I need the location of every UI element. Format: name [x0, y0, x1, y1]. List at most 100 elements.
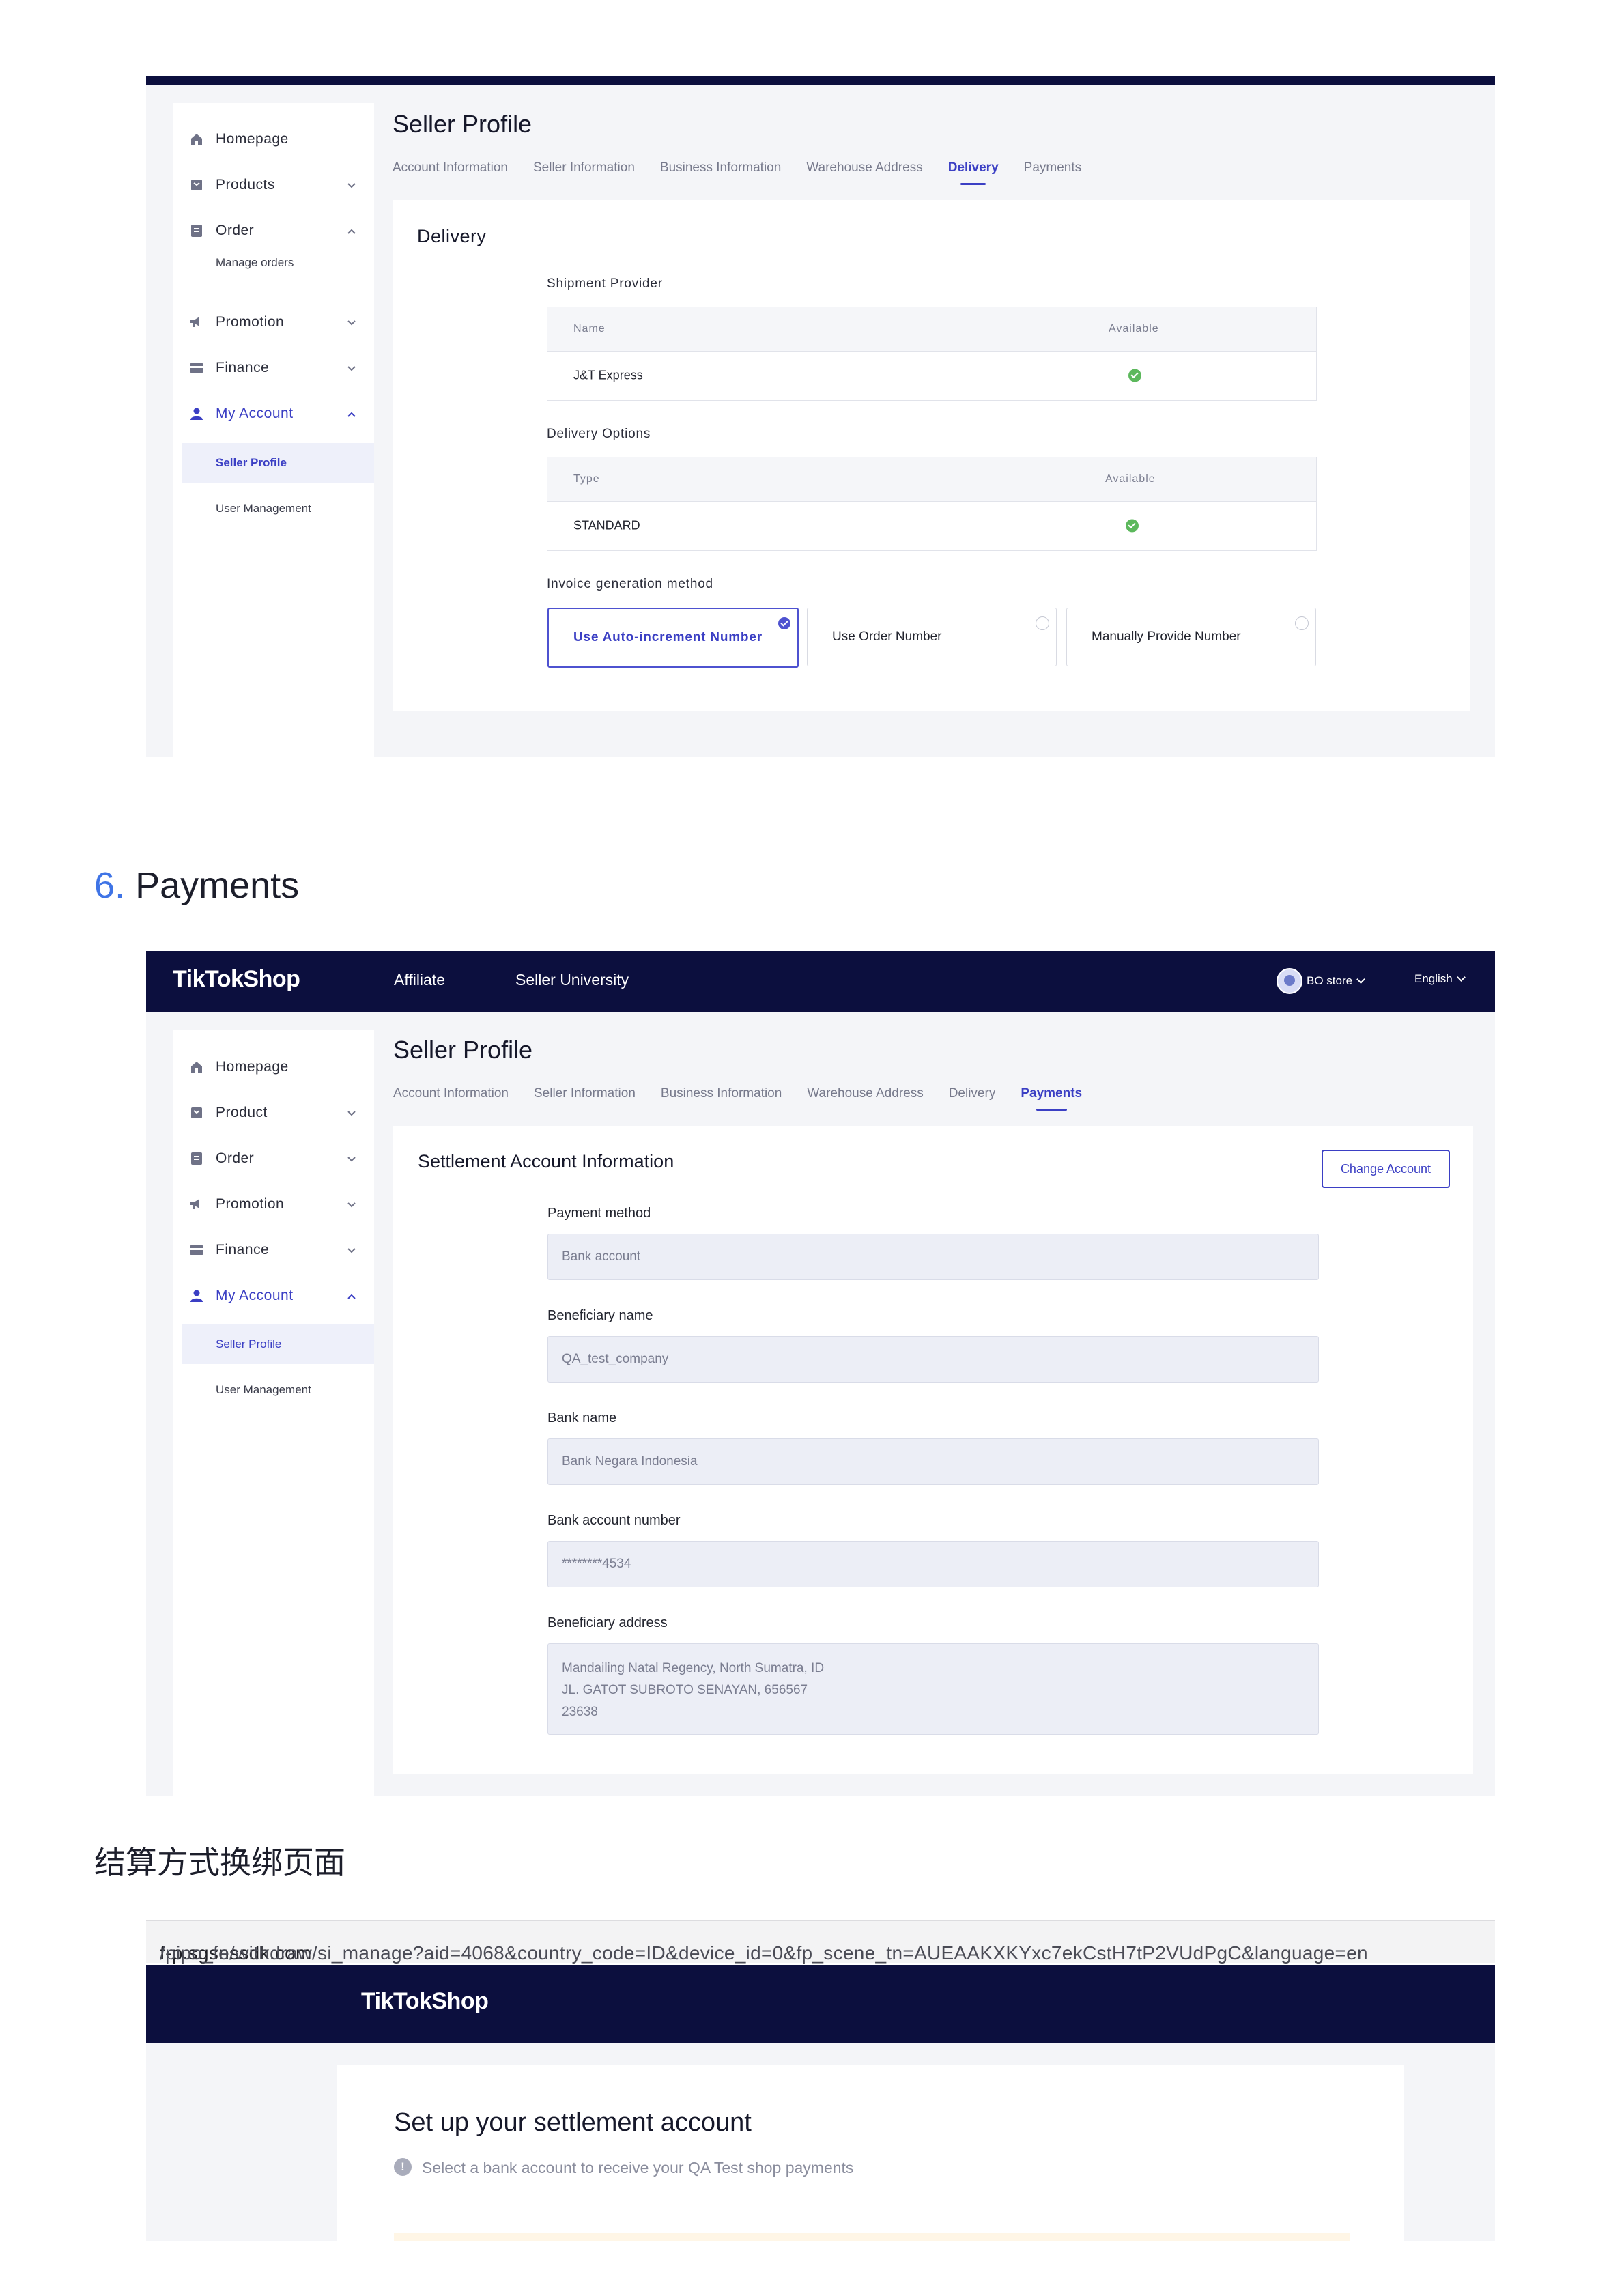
sidebar-item-label: Promotion	[216, 1196, 285, 1212]
sidebar-subitem-user-management[interactable]: User Management	[182, 489, 374, 528]
sidebar-item-label: Products	[216, 177, 275, 193]
radio-unchecked-icon	[1295, 616, 1309, 630]
field-label: Beneficiary address	[547, 1615, 668, 1630]
chevron-down-icon	[347, 1154, 356, 1163]
section-caption: 结算方式换绑页面	[94, 1844, 345, 1881]
home-icon	[190, 132, 203, 146]
sidebar-item-product[interactable]: Product	[173, 1096, 374, 1130]
tab-delivery[interactable]: Delivery	[948, 160, 999, 185]
address-lines: Mandailing Natal Regency, North Sumatra,…	[562, 1658, 824, 1723]
profile-tabs: Account Information Seller Information B…	[393, 160, 1107, 185]
sidebar-item-my-account[interactable]: My Account	[173, 397, 374, 431]
chevron-down-icon	[1456, 973, 1466, 982]
invoice-option-auto-increment[interactable]: Use Auto-increment Number	[547, 608, 799, 668]
tab-seller-information[interactable]: Seller Information	[533, 160, 635, 175]
sidebar-item-finance[interactable]: Finance	[173, 1233, 374, 1267]
table-header: Name Available	[547, 307, 1316, 352]
column-header-available: Available	[1109, 323, 1159, 335]
tab-payments[interactable]: Payments	[1021, 1086, 1082, 1111]
invoice-method-label: Invoice generation method	[547, 577, 713, 591]
tab-account-information[interactable]: Account Information	[393, 1086, 509, 1101]
invoice-option-order-number[interactable]: Use Order Number	[807, 608, 1057, 666]
top-navbar: TikTokShop	[146, 1965, 1495, 2043]
profile-tabs: Account Information Seller Information B…	[393, 1086, 1107, 1111]
nav-link-seller-university[interactable]: Seller University	[515, 971, 629, 989]
section-number: 6.	[94, 865, 126, 906]
tab-delivery[interactable]: Delivery	[949, 1086, 996, 1101]
table-row: J&T Express	[547, 351, 1316, 400]
product-icon	[190, 1106, 203, 1120]
user-icon	[190, 407, 203, 421]
delivery-options-label: Delivery Options	[547, 427, 651, 441]
chevron-down-icon	[1356, 974, 1365, 984]
payment-method-field: Bank account	[547, 1234, 1319, 1280]
tab-seller-information[interactable]: Seller Information	[534, 1086, 636, 1101]
delivery-screenshot: Homepage Products Order Manage orders Pr…	[146, 76, 1495, 757]
field-label: Beneficiary name	[547, 1308, 653, 1323]
sidebar: Homepage Products Order Manage orders Pr…	[173, 103, 374, 757]
sidebar-item-label: Homepage	[216, 131, 289, 147]
sidebar-item-order[interactable]: Order	[173, 1142, 374, 1176]
settlement-screenshot: TikTokShop Set up your settlement accoun…	[146, 1965, 1495, 2241]
radio-unchecked-icon	[1036, 616, 1049, 630]
bank-account-number-field: ********4534	[547, 1541, 1319, 1587]
payments-screenshot: TikTokShop Affiliate Seller University B…	[146, 951, 1495, 1796]
check-circle-icon	[1126, 519, 1139, 533]
tab-warehouse-address[interactable]: Warehouse Address	[807, 1086, 923, 1101]
top-navbar	[146, 76, 1495, 85]
field-label: Bank account number	[547, 1513, 681, 1528]
chevron-up-icon	[347, 227, 356, 235]
megaphone-icon	[190, 315, 203, 329]
sidebar-subitem-manage-orders[interactable]: Manage orders	[182, 243, 374, 283]
language-switcher[interactable]: English	[1414, 972, 1466, 986]
sidebar-item-finance[interactable]: Finance	[173, 351, 374, 385]
sidebar-item-label: My Account	[216, 406, 294, 421]
field-value: ********4534	[562, 1557, 631, 1571]
field-value: Bank account	[562, 1249, 641, 1264]
address-line: 23638	[562, 1705, 598, 1719]
sidebar-subitem-user-management[interactable]: User Management	[182, 1370, 374, 1410]
page-title: Seller Profile	[393, 110, 532, 138]
nav-link-affiliate[interactable]: Affiliate	[394, 971, 445, 989]
sidebar-item-label: Order	[216, 223, 255, 238]
browser-url-bar[interactable]: f-p.sgsnssdk.com/pipo_fe/withdraw/si_man…	[146, 1920, 1495, 1964]
sidebar-item-promotion[interactable]: Promotion	[173, 1187, 374, 1221]
table-row: STANDARD	[547, 501, 1316, 550]
brand-logo[interactable]: TikTokShop	[361, 1988, 489, 2015]
address-line: Mandailing Natal Regency, North Sumatra,…	[562, 1661, 825, 1675]
tab-payments[interactable]: Payments	[1024, 160, 1081, 175]
chevron-down-icon	[347, 1200, 356, 1208]
home-icon	[190, 1060, 203, 1074]
sidebar-item-promotion[interactable]: Promotion	[173, 305, 374, 339]
tab-business-information[interactable]: Business Information	[661, 1086, 782, 1101]
table-header: Type Available	[547, 457, 1316, 502]
avatar	[1277, 968, 1302, 994]
store-switcher[interactable]: BO store	[1277, 968, 1365, 994]
tab-account-information[interactable]: Account Information	[393, 160, 508, 175]
sidebar-item-my-account[interactable]: My Account	[173, 1279, 374, 1313]
address-line: JL. GATOT SUBROTO SENAYAN, 656567	[562, 1683, 808, 1697]
card-icon	[190, 1243, 203, 1257]
tab-warehouse-address[interactable]: Warehouse Address	[806, 160, 922, 175]
tab-business-information[interactable]: Business Information	[660, 160, 781, 175]
brand-logo[interactable]: TikTokShop	[173, 966, 300, 993]
sidebar-subitem-label: Seller Profile	[216, 456, 287, 469]
page-title: Set up your settlement account	[394, 2108, 752, 2137]
sidebar-item-products[interactable]: Products	[173, 168, 374, 202]
sidebar-item-homepage[interactable]: Homepage	[173, 1050, 374, 1084]
sidebar-item-label: Order	[216, 1150, 255, 1166]
option-label: Manually Provide Number	[1092, 629, 1241, 644]
field-label: Payment method	[547, 1206, 651, 1221]
invoice-option-manual[interactable]: Manually Provide Number	[1066, 608, 1316, 666]
sidebar-subitem-seller-profile[interactable]: Seller Profile	[182, 443, 374, 483]
field-value: QA_test_company	[562, 1352, 669, 1366]
section-heading: 6. Payments	[94, 864, 299, 907]
change-account-button[interactable]: Change Account	[1322, 1150, 1450, 1188]
page-subtitle: Select a bank account to receive your QA…	[422, 2159, 854, 2177]
sidebar-item-homepage[interactable]: Homepage	[173, 122, 374, 156]
product-icon	[190, 178, 203, 192]
order-icon	[190, 1152, 203, 1165]
delivery-type: STANDARD	[573, 518, 640, 533]
url-path: /pipo_fe/withdraw/si_manage?aid=4068&cou…	[160, 1942, 1368, 1964]
sidebar-subitem-seller-profile[interactable]: Seller Profile	[182, 1324, 374, 1364]
